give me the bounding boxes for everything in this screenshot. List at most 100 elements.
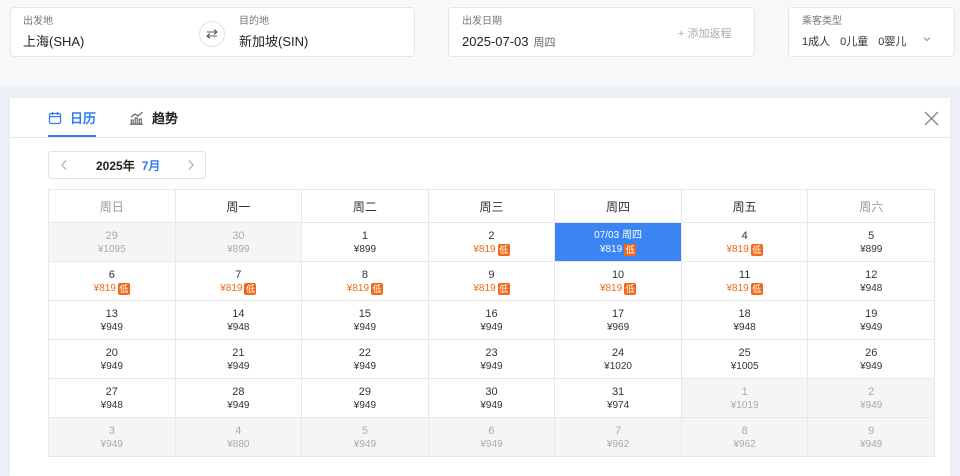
calendar-day-other-month[interactable]: 3 ¥949 <box>49 418 176 457</box>
day-price: ¥819 <box>93 283 116 294</box>
day-price-row: ¥949 <box>480 438 502 452</box>
calendar-day[interactable]: 24 ¥1020 <box>555 340 682 379</box>
day-price-row: ¥948 <box>101 399 123 413</box>
day-number: 12 <box>865 269 878 281</box>
day-price-row: ¥949 <box>860 438 882 452</box>
calendar-day[interactable]: 25 ¥1005 <box>681 340 809 379</box>
day-price: ¥949 <box>100 361 123 372</box>
day-price-row: ¥949 <box>480 360 502 374</box>
day-price: ¥962 <box>733 439 756 450</box>
low-price-badge: 低 <box>497 283 510 295</box>
calendar-day-other-month[interactable]: 5 ¥949 <box>302 418 429 457</box>
low-price-badge: 低 <box>750 244 763 256</box>
tab-calendar-label: 日历 <box>70 111 97 126</box>
passenger-field: 乘客类型 1成人 0儿童 0婴儿 <box>802 15 906 51</box>
day-price-row: ¥819 低 <box>94 282 130 296</box>
day-number: 25 <box>738 347 751 359</box>
day-price-row: ¥949 <box>101 321 123 335</box>
calendar-day[interactable]: 19 ¥949 <box>808 301 935 340</box>
destination-field[interactable]: 目的地 新加坡(SIN) <box>239 15 308 51</box>
calendar-day[interactable]: 6 ¥819 低 <box>49 262 176 301</box>
day-price-row: ¥880 <box>227 438 249 452</box>
destination-value: 新加坡(SIN) <box>239 34 309 49</box>
departure-field[interactable]: 出发地 上海(SHA) <box>23 15 84 51</box>
passenger-card[interactable]: 乘客类型 1成人 0儿童 0婴儿 <box>788 7 955 57</box>
day-price: ¥1005 <box>730 361 759 372</box>
month-year: 2025年 <box>96 158 135 173</box>
calendar-day[interactable]: 30 ¥949 <box>428 379 556 418</box>
calendar-day[interactable]: 7 ¥819 低 <box>175 262 303 301</box>
calendar-day[interactable]: 10 ¥819 低 <box>555 262 682 301</box>
tab-calendar[interactable]: 日历 <box>48 98 97 137</box>
day-price-row: ¥819 低 <box>727 243 763 257</box>
departure-date-label: 出发日期 <box>462 16 502 27</box>
day-price-row: ¥974 <box>607 399 629 413</box>
month-month[interactable]: 7月 <box>142 157 161 174</box>
calendar-day-selected[interactable]: 07/03 周四 ¥819 低 <box>555 223 682 262</box>
day-price: ¥949 <box>227 361 250 372</box>
calendar-day-other-month[interactable]: 29 ¥1095 <box>49 223 176 262</box>
calendar-day[interactable]: 28 ¥949 <box>175 379 303 418</box>
day-price-row: ¥949 <box>354 360 376 374</box>
calendar-day[interactable]: 29 ¥949 <box>302 379 429 418</box>
calendar-day[interactable]: 1 ¥899 <box>302 223 429 262</box>
calendar-day[interactable]: 12 ¥948 <box>808 262 935 301</box>
chevron-down-icon[interactable] <box>922 34 932 44</box>
calendar-day[interactable]: 20 ¥949 <box>49 340 176 379</box>
calendar-day[interactable]: 17 ¥969 <box>555 301 682 340</box>
calendar-day-other-month[interactable]: 7 ¥962 <box>555 418 682 457</box>
tabs: 日历 趋势 <box>48 98 178 137</box>
month-navigator: 2025年 7月 <box>48 151 206 179</box>
calendar-day[interactable]: 15 ¥949 <box>302 301 429 340</box>
calendar-day[interactable]: 26 ¥949 <box>808 340 935 379</box>
day-price-row: ¥969 <box>607 321 629 335</box>
calendar-day[interactable]: 13 ¥949 <box>49 301 176 340</box>
calendar-day-other-month[interactable]: 9 ¥949 <box>808 418 935 457</box>
day-price: ¥949 <box>860 361 883 372</box>
swap-cities-button[interactable] <box>199 21 225 47</box>
calendar-day[interactable]: 14 ¥948 <box>175 301 303 340</box>
swap-arrows-icon <box>206 29 218 39</box>
chevron-right-icon[interactable] <box>187 159 195 171</box>
add-return-button[interactable]: + 添加返程 <box>678 25 731 43</box>
calendar-day[interactable]: 8 ¥819 低 <box>302 262 429 301</box>
calendar-day[interactable]: 9 ¥819 低 <box>428 262 556 301</box>
day-price-row: ¥962 <box>734 438 756 452</box>
calendar-day[interactable]: 5 ¥899 <box>808 223 935 262</box>
calendar-day-other-month[interactable]: 1 ¥1019 <box>681 379 809 418</box>
day-price: ¥949 <box>860 322 883 333</box>
calendar-day[interactable]: 2 ¥819 低 <box>428 223 556 262</box>
day-price: ¥819 <box>346 283 370 294</box>
calendar-day-other-month[interactable]: 2 ¥949 <box>808 379 935 418</box>
day-price-row: ¥949 <box>227 399 249 413</box>
tab-trend[interactable]: 趋势 <box>129 98 178 137</box>
day-number: 16 <box>485 308 498 320</box>
calendar-day-other-month[interactable]: 4 ¥880 <box>175 418 303 457</box>
calendar-day[interactable]: 23 ¥949 <box>428 340 556 379</box>
day-number: 2 <box>868 386 875 398</box>
day-price-row: ¥1019 <box>731 399 759 413</box>
departure-date-field[interactable]: 出发日期 2025-07-03 周四 <box>462 15 556 52</box>
calendar-day[interactable]: 4 ¥819 低 <box>681 223 809 262</box>
low-price-badge: 低 <box>624 244 637 256</box>
chevron-left-icon[interactable] <box>60 159 68 171</box>
day-number: 4 <box>741 230 748 242</box>
calendar-day-other-month[interactable]: 6 ¥949 <box>428 418 556 457</box>
day-price: ¥974 <box>606 400 630 411</box>
close-icon[interactable] <box>924 111 939 126</box>
calendar-day[interactable]: 16 ¥949 <box>428 301 556 340</box>
day-price: ¥948 <box>860 283 883 294</box>
calendar-day[interactable]: 21 ¥949 <box>175 340 303 379</box>
calendar-day[interactable]: 22 ¥949 <box>302 340 429 379</box>
low-price-badge: 低 <box>117 283 130 295</box>
tab-bar: 日历 趋势 <box>10 98 950 138</box>
calendar-day[interactable]: 27 ¥948 <box>49 379 176 418</box>
calendar-day[interactable]: 11 ¥819 低 <box>681 262 809 301</box>
calendar-day-other-month[interactable]: 8 ¥962 <box>681 418 809 457</box>
day-number: 1 <box>741 386 748 398</box>
calendar-day[interactable]: 18 ¥948 <box>681 301 809 340</box>
day-price: ¥949 <box>100 322 123 333</box>
calendar-day[interactable]: 31 ¥974 <box>555 379 682 418</box>
departure-label: 出发地 <box>23 16 53 27</box>
calendar-day-other-month[interactable]: 30 ¥899 <box>175 223 303 262</box>
